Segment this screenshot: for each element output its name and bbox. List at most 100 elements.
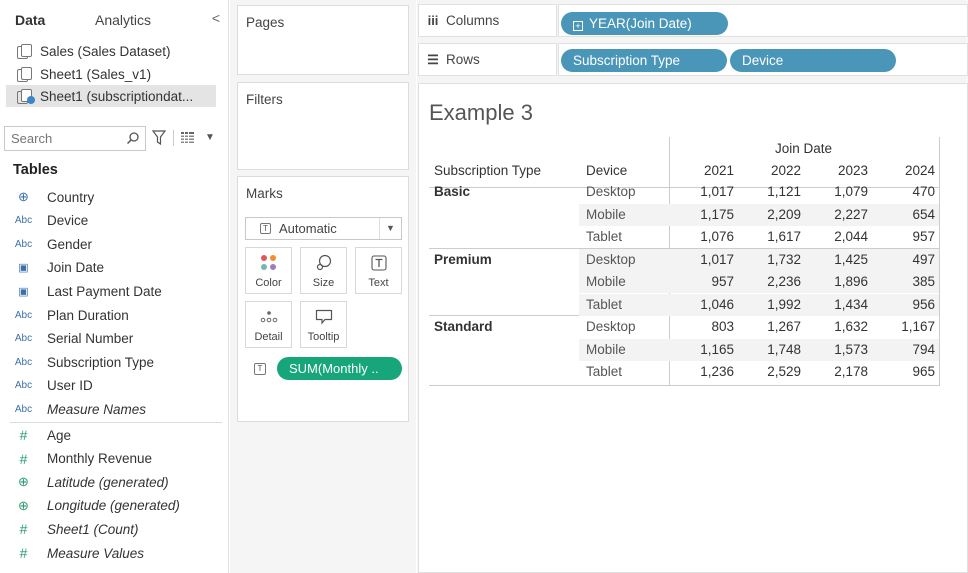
subscription-type-cell[interactable]: Premium (434, 249, 492, 271)
value-cell[interactable]: 1,434 (808, 294, 868, 316)
calendar-icon: ▣ (18, 262, 29, 275)
value-cell[interactable]: 1,165 (674, 339, 734, 361)
year-join-date-pill[interactable]: + YEAR(Join Date) (561, 12, 728, 35)
field-item[interactable]: # Monthly Revenue (0, 448, 225, 470)
value-cell[interactable]: 1,632 (808, 316, 868, 338)
detail-button[interactable]: Detail (245, 301, 292, 348)
device-cell[interactable]: Desktop (586, 181, 636, 203)
value-cell[interactable]: 2,227 (808, 204, 868, 226)
value-cell[interactable]: 2,236 (741, 271, 801, 293)
field-item[interactable]: # Measure Values (0, 542, 225, 564)
device-cell[interactable]: Desktop (586, 249, 636, 271)
field-item[interactable]: Abc Subscription Type (0, 351, 225, 373)
value-cell[interactable]: 497 (875, 249, 935, 271)
field-item[interactable]: ⊕ Longitude (generated) (0, 495, 225, 517)
detail-label: Detail (254, 331, 283, 343)
value-cell[interactable]: 1,076 (674, 226, 734, 248)
field-item[interactable]: Abc User ID (0, 375, 225, 397)
rows-drop-zone[interactable]: Subscription Type Device (558, 43, 968, 76)
field-item[interactable]: Abc Gender (0, 233, 225, 255)
field-item[interactable]: ▣ Last Payment Date (0, 280, 225, 302)
device-cell[interactable]: Mobile (586, 339, 626, 361)
device-cell[interactable]: Tablet (586, 294, 622, 316)
value-cell[interactable]: 1,896 (808, 271, 868, 293)
datasource-item-selected[interactable]: Sheet1 (subscriptiondat... (6, 85, 216, 107)
mark-type-dropdown[interactable]: T Automatic ▼ (245, 217, 402, 240)
hash-icon: # (19, 427, 28, 443)
subscription-type-cell[interactable]: Standard (434, 316, 493, 338)
value-cell[interactable]: 1,046 (674, 294, 734, 316)
value-cell[interactable]: 1,121 (741, 181, 801, 203)
field-item[interactable]: # Sheet1 (Count) (0, 518, 225, 540)
value-cell[interactable]: 957 (875, 226, 935, 248)
expand-icon[interactable]: + (573, 21, 583, 31)
view-list-icon[interactable] (181, 132, 194, 144)
field-item[interactable]: ▣ Join Date (0, 257, 225, 279)
value-cell[interactable]: 1,175 (674, 204, 734, 226)
value-cell[interactable]: 1,236 (674, 361, 734, 383)
device-cell[interactable]: Tablet (586, 226, 622, 248)
value-cell[interactable]: 470 (875, 181, 935, 203)
value-cell[interactable]: 2,178 (808, 361, 868, 383)
year-header[interactable]: 2021 (674, 160, 734, 182)
field-label: Age (47, 427, 72, 443)
view-options-dropdown-icon[interactable]: ▼ (205, 132, 215, 143)
device-pill[interactable]: Device (730, 49, 896, 72)
value-cell[interactable]: 1,017 (674, 181, 734, 203)
text-icon (370, 255, 387, 271)
sum-monthly-revenue-pill[interactable]: SUM(Monthly .. (277, 357, 402, 380)
value-cell[interactable]: 1,732 (741, 249, 801, 271)
tooltip-button[interactable]: Tooltip (300, 301, 347, 348)
value-cell[interactable]: 654 (875, 204, 935, 226)
device-cell[interactable]: Mobile (586, 204, 626, 226)
device-cell[interactable]: Desktop (586, 316, 636, 338)
device-cell[interactable]: Tablet (586, 361, 622, 383)
columns-drop-zone[interactable]: + YEAR(Join Date) (558, 4, 968, 37)
field-item[interactable]: Abc Measure Names (0, 398, 225, 420)
filter-icon[interactable] (152, 130, 166, 146)
tab-analytics[interactable]: Analytics (95, 12, 151, 28)
subscription-type-cell[interactable]: Basic (434, 181, 470, 203)
value-cell[interactable]: 957 (674, 271, 734, 293)
value-cell[interactable]: 803 (674, 316, 734, 338)
size-button[interactable]: Size (300, 247, 347, 294)
collapse-pane-icon[interactable]: < (212, 10, 220, 26)
search-icon[interactable] (126, 131, 140, 145)
text-button[interactable]: Text (355, 247, 402, 294)
filters-card[interactable]: Filters (237, 82, 409, 170)
value-cell[interactable]: 2,209 (741, 204, 801, 226)
field-item[interactable]: ⊕ Country (0, 186, 225, 208)
value-cell[interactable]: 794 (875, 339, 935, 361)
year-header[interactable]: 2022 (741, 160, 801, 182)
value-cell[interactable]: 2,044 (808, 226, 868, 248)
value-cell[interactable]: 1,425 (808, 249, 868, 271)
value-cell[interactable]: 1,017 (674, 249, 734, 271)
field-item[interactable]: Abc Plan Duration (0, 304, 225, 326)
tab-data[interactable]: Data (15, 12, 45, 28)
value-cell[interactable]: 956 (875, 294, 935, 316)
value-cell[interactable]: 385 (875, 271, 935, 293)
value-cell[interactable]: 1,167 (875, 316, 935, 338)
field-item[interactable]: ⊕ Latitude (generated) (0, 471, 225, 493)
value-cell[interactable]: 2,529 (741, 361, 801, 383)
field-item[interactable]: Abc Device (0, 210, 225, 232)
field-item[interactable]: # Age (0, 424, 225, 446)
value-cell[interactable]: 965 (875, 361, 935, 383)
chevron-down-icon[interactable]: ▼ (379, 218, 401, 239)
year-header[interactable]: 2023 (808, 160, 868, 182)
field-item[interactable]: Abc Serial Number (0, 328, 225, 350)
year-header[interactable]: 2024 (875, 160, 935, 182)
value-cell[interactable]: 1,079 (808, 181, 868, 203)
pages-card[interactable]: Pages (237, 5, 409, 75)
value-cell[interactable]: 1,573 (808, 339, 868, 361)
subscription-type-pill[interactable]: Subscription Type (561, 49, 727, 72)
value-cell[interactable]: 1,617 (741, 226, 801, 248)
search-input[interactable] (11, 127, 121, 149)
value-cell[interactable]: 1,748 (741, 339, 801, 361)
color-button[interactable]: Color (245, 247, 292, 294)
datasource-item[interactable]: Sheet1 (Sales_v1) (6, 63, 216, 85)
value-cell[interactable]: 1,267 (741, 316, 801, 338)
value-cell[interactable]: 1,992 (741, 294, 801, 316)
device-cell[interactable]: Mobile (586, 271, 626, 293)
datasource-item[interactable]: Sales (Sales Dataset) (6, 40, 216, 62)
